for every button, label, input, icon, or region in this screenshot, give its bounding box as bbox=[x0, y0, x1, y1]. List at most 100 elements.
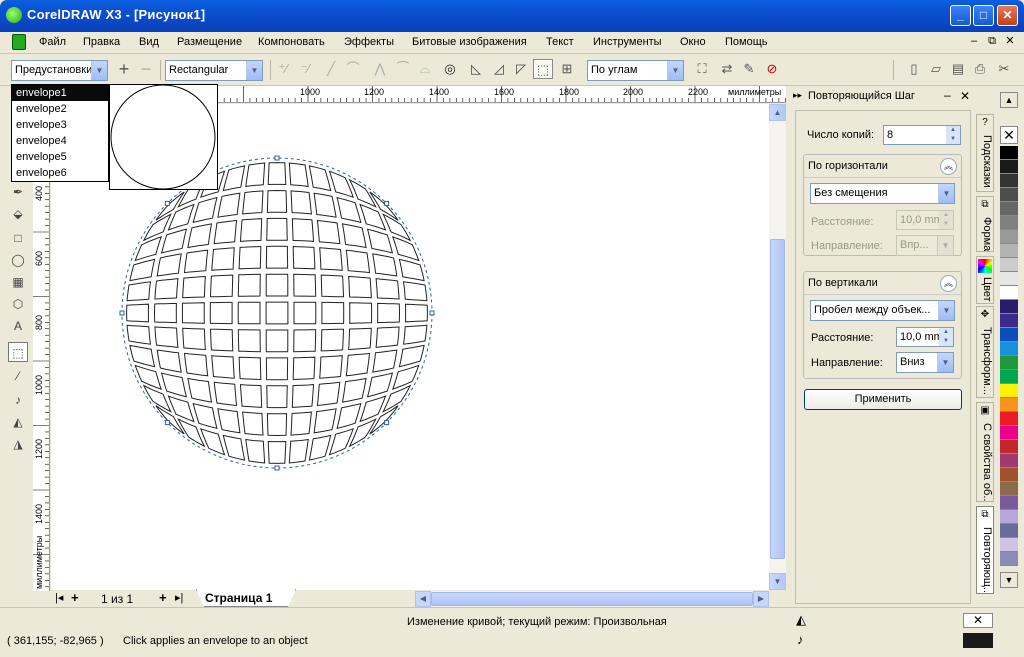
color-swatch[interactable] bbox=[1000, 370, 1018, 384]
color-swatch[interactable] bbox=[1000, 538, 1018, 552]
preset-option[interactable]: envelope3 bbox=[12, 117, 108, 133]
copies-input[interactable]: 8 ▲ ▼ bbox=[883, 125, 961, 145]
color-swatch[interactable] bbox=[1000, 272, 1018, 286]
envelope-node[interactable] bbox=[164, 420, 170, 426]
color-swatch[interactable] bbox=[1000, 496, 1018, 510]
menu-arrange[interactable]: Компоновать bbox=[258, 36, 325, 48]
document-icon[interactable] bbox=[12, 34, 26, 50]
color-swatch[interactable] bbox=[1000, 230, 1018, 244]
menu-bitmaps[interactable]: Битовые изображения bbox=[412, 36, 527, 48]
color-swatch[interactable] bbox=[1000, 454, 1018, 468]
print-icon[interactable]: ⎙ bbox=[970, 59, 990, 79]
docker-arrows-icon[interactable]: ▸▸ bbox=[793, 90, 802, 101]
menu-help[interactable]: Помощь bbox=[725, 36, 768, 48]
preset-combo[interactable]: Предустановки ▼ bbox=[11, 60, 108, 81]
tab-color[interactable]: Цвет bbox=[976, 256, 994, 304]
chevron-down-icon[interactable]: ▼ bbox=[937, 353, 953, 372]
horizontal-direction-combo[interactable]: Впр... ▼ bbox=[896, 235, 954, 256]
no-color-swatch[interactable]: ✕ bbox=[1000, 126, 1018, 144]
text-tool-icon[interactable]: A bbox=[8, 316, 28, 336]
fill-tool-icon[interactable]: ◭ bbox=[8, 412, 28, 432]
scroll-up-icon[interactable]: ▲ bbox=[769, 104, 786, 121]
vertical-distance-input[interactable]: 10,0 mm ▲ ▼ bbox=[896, 327, 954, 347]
color-swatch[interactable] bbox=[1000, 342, 1018, 356]
spin-arrows-icon[interactable]: ▲ ▼ bbox=[946, 126, 960, 144]
maximize-button[interactable]: □ bbox=[973, 5, 994, 26]
color-swatch[interactable] bbox=[1000, 412, 1018, 426]
envelope-tool-icon[interactable]: ⬚ bbox=[8, 342, 28, 362]
color-swatch[interactable] bbox=[1000, 258, 1018, 272]
menu-tools[interactable]: Инструменты bbox=[593, 36, 662, 48]
tab-object-properties[interactable]: ▣ С свойства об... bbox=[976, 402, 994, 502]
color-swatch[interactable] bbox=[1000, 286, 1018, 300]
tab-step-repeat[interactable]: ⧉ Повторяющ... bbox=[976, 506, 994, 594]
preset-option[interactable]: envelope5 bbox=[12, 149, 108, 165]
scroll-down-icon[interactable]: ▼ bbox=[769, 573, 786, 590]
menu-view[interactable]: Вид bbox=[139, 36, 159, 48]
color-swatch[interactable] bbox=[1000, 552, 1018, 566]
cusp-node-icon[interactable]: ⋀ bbox=[370, 59, 390, 79]
horizontal-distance-input[interactable]: 10,0 mm ▲ ▼ bbox=[896, 210, 954, 230]
outline-tool-icon[interactable]: ♪ bbox=[8, 390, 28, 410]
palette-scroll-down-icon[interactable]: ▼ bbox=[1000, 572, 1018, 588]
color-swatch[interactable] bbox=[1000, 426, 1018, 440]
spin-arrows-icon[interactable]: ▲ ▼ bbox=[939, 211, 953, 229]
envelope-node[interactable] bbox=[384, 200, 390, 206]
color-swatch[interactable] bbox=[1000, 524, 1018, 538]
minimize-button[interactable]: _ bbox=[950, 5, 971, 26]
rectangle-tool-icon[interactable]: □ bbox=[8, 228, 28, 248]
color-swatch[interactable] bbox=[1000, 216, 1018, 230]
color-swatch[interactable] bbox=[1000, 160, 1018, 174]
curve-type-combo[interactable]: Rectangular ▼ bbox=[165, 60, 263, 81]
color-swatch[interactable] bbox=[1000, 188, 1018, 202]
color-swatch[interactable] bbox=[1000, 440, 1018, 454]
smart-fill-icon[interactable]: ⬙ bbox=[8, 204, 28, 224]
freehand-tool-icon[interactable]: ✒ bbox=[8, 182, 28, 202]
first-page-icon[interactable]: |◂ bbox=[55, 591, 63, 604]
outline-pen-icon[interactable]: ♪ bbox=[797, 632, 804, 647]
color-swatch[interactable] bbox=[1000, 300, 1018, 314]
eyedropper-tool-icon[interactable]: ⁄ bbox=[8, 366, 28, 386]
add-preset-icon[interactable]: + bbox=[114, 59, 134, 79]
eyedropper-icon[interactable]: ✎ bbox=[739, 59, 759, 79]
envelope-node[interactable] bbox=[429, 310, 435, 316]
copy-properties-icon[interactable]: ⇄ bbox=[717, 59, 737, 79]
color-swatch[interactable] bbox=[1000, 244, 1018, 258]
color-swatch[interactable] bbox=[1000, 468, 1018, 482]
tab-shape[interactable]: ⧉ Форма bbox=[976, 196, 994, 252]
coreldraw-app-icon[interactable] bbox=[6, 7, 22, 23]
menu-text[interactable]: Текст bbox=[546, 36, 574, 48]
doc-restore-icon[interactable]: ⧉ bbox=[984, 34, 1000, 50]
interactive-fill-icon[interactable]: ◮ bbox=[8, 434, 28, 454]
color-swatch[interactable] bbox=[1000, 328, 1018, 342]
open-document-icon[interactable]: ▱ bbox=[926, 59, 946, 79]
scroll-left-icon[interactable]: ◀ bbox=[415, 591, 431, 607]
horizontal-mode-combo[interactable]: Без смещения ▼ bbox=[810, 183, 955, 204]
color-swatch[interactable] bbox=[1000, 510, 1018, 524]
fill-bucket-icon[interactable]: ◭ bbox=[796, 612, 806, 628]
scroll-thumb[interactable] bbox=[431, 592, 753, 606]
menu-window[interactable]: Окно bbox=[680, 36, 706, 48]
cut-icon[interactable]: ✂ bbox=[994, 59, 1014, 79]
color-swatch[interactable] bbox=[1000, 202, 1018, 216]
chevron-down-icon[interactable]: ▼ bbox=[938, 301, 954, 320]
preset-option[interactable]: envelope6 bbox=[12, 165, 108, 181]
smooth-node-icon[interactable]: ⁀ bbox=[393, 59, 413, 79]
preset-option[interactable]: envelope2 bbox=[12, 101, 108, 117]
ellipse-tool-icon[interactable]: ◯ bbox=[8, 250, 28, 270]
docker-close-icon[interactable]: ✕ bbox=[960, 89, 970, 103]
preset-dropdown-list[interactable]: envelope1 envelope2 envelope3 envelope4 … bbox=[11, 84, 109, 182]
add-page-after-icon[interactable]: + bbox=[159, 590, 167, 605]
chevron-down-icon[interactable]: ▼ bbox=[937, 236, 953, 255]
envelope-unconstrained-icon[interactable]: ⬚ bbox=[533, 59, 553, 79]
close-button[interactable]: ✕ bbox=[997, 5, 1018, 26]
to-line-icon[interactable]: ╱ bbox=[321, 59, 341, 79]
palette-scroll-up-icon[interactable]: ▲ bbox=[1000, 92, 1018, 108]
collapse-icon[interactable]: ︽ bbox=[940, 158, 957, 175]
preset-option[interactable]: envelope4 bbox=[12, 133, 108, 149]
menu-layout[interactable]: Размещение bbox=[177, 36, 242, 48]
color-swatch[interactable] bbox=[1000, 314, 1018, 328]
keep-lines-icon[interactable]: ⛶ bbox=[692, 59, 712, 79]
clear-envelope-icon[interactable]: ⊘ bbox=[762, 59, 782, 79]
color-swatch[interactable] bbox=[1000, 482, 1018, 496]
